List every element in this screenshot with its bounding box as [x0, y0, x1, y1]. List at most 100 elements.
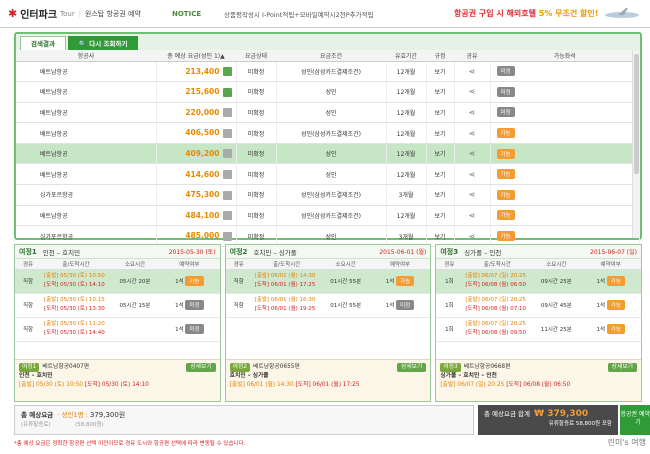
- booking-status-button[interactable]: 미정: [396, 300, 415, 310]
- share-icon[interactable]: ⋖: [469, 211, 476, 220]
- seat-status-button[interactable]: 가능: [496, 128, 515, 139]
- panel-route: 호치민 – 싱가폴: [253, 248, 297, 257]
- flight-option-row[interactable]: 직항 [출발] 05/30 (토) 10:50 [도착] 05/30 (토) 14…: [15, 269, 220, 294]
- share-icon[interactable]: ⋖: [469, 170, 476, 179]
- duration: 05시간 20분: [111, 269, 159, 294]
- tab-search-again[interactable]: 🔍 다시 조회하기: [67, 36, 139, 50]
- seat-status-button[interactable]: 미정: [496, 107, 515, 118]
- fare-row[interactable]: 베트남항공 414,600 미확정 성인 12개월 보기 ⋖ 가능: [16, 163, 640, 186]
- fare-price-cell: 213,400: [156, 61, 237, 83]
- fare-price: 220,000: [185, 107, 220, 117]
- seat-cell: 미정: [490, 61, 640, 83]
- flight-option-row[interactable]: 직항 [출발] 05/30 (토) 11:20 [도착] 05/30 (토) 14…: [15, 317, 220, 342]
- booking-status-button[interactable]: 미정: [185, 324, 204, 334]
- seat-status-button[interactable]: 가능: [496, 231, 515, 242]
- share-icon[interactable]: ⋖: [469, 149, 476, 158]
- share-icon[interactable]: ⋖: [469, 108, 476, 117]
- seat-status-button[interactable]: 가능: [496, 148, 515, 159]
- seat-count: 1석: [175, 327, 184, 333]
- col-price[interactable]: 총 예상 요금(성인 1)▲: [156, 50, 236, 62]
- detail-button[interactable]: 상세보기: [607, 363, 638, 372]
- fare-row[interactable]: 싱가포르항공 475,300 미확정 성인(삼성카드결제조건) 3개월 보기 ⋖ 가능: [16, 184, 640, 206]
- duration: 01시간 55분: [321, 269, 370, 294]
- seat-status-button[interactable]: 미정: [496, 86, 515, 97]
- logo-icon: ✱: [8, 7, 18, 20]
- col-duration: 소요시간: [111, 259, 159, 270]
- logo[interactable]: ✱ 인터파크 Tour | 원스탑 항공권 예약: [0, 6, 172, 21]
- grand-total-note: 유류할증료 58,800원 포함: [548, 421, 612, 427]
- book-button[interactable]: 항공권 예약하기: [620, 405, 650, 435]
- checkbox-icon[interactable]: [222, 87, 232, 97]
- flight-option-row[interactable]: 직항 [출발] 06/01 (월) 16:30 [도착] 06/01 (월) 19…: [225, 293, 431, 318]
- fare-rule-link[interactable]: 보기: [426, 184, 455, 206]
- fare-rule-link[interactable]: 보기: [426, 122, 455, 144]
- seat-status-button[interactable]: 미정: [496, 66, 515, 77]
- fare-rule-link[interactable]: 보기: [426, 205, 455, 227]
- share-icon[interactable]: ⋖: [469, 232, 476, 241]
- arrival-time: [도착] 06/08 (월) 07:10: [465, 306, 527, 312]
- departure-time: [출발] 05/30 (토) 11:20: [44, 321, 105, 327]
- tab-search-results[interactable]: 검색결과: [20, 36, 66, 50]
- booking-status-button[interactable]: 가능: [606, 324, 625, 334]
- checkbox-icon[interactable]: [222, 67, 232, 77]
- notice-text[interactable]: 상품평작성시 I-Point적립+모바일예약시2천P추가적립: [224, 9, 454, 19]
- ad-banner[interactable]: 항공권 구입 시 해외호텔 5% 무조건 할인!: [454, 8, 602, 19]
- fare-row[interactable]: 베트남항공 406,500 미확정 성인(삼성카드결제조건) 12개월 보기 ⋖ 가능: [16, 122, 640, 144]
- booking-status-button[interactable]: 가능: [185, 276, 204, 286]
- selected-departure: [출발] 06/01 (월) 14:30: [229, 382, 294, 388]
- booking-status-button[interactable]: 가능: [606, 300, 625, 310]
- booking-status-button[interactable]: 미정: [185, 300, 204, 310]
- seat-status-button[interactable]: 가능: [496, 189, 515, 200]
- checkbox-icon[interactable]: [222, 108, 232, 118]
- col-stops: 경유: [436, 259, 463, 270]
- panel-route: 싱가폴 – 인천: [464, 248, 502, 257]
- fare-price: 409,200: [185, 148, 220, 158]
- checkbox-icon[interactable]: [222, 231, 232, 241]
- fare-rule-link[interactable]: 보기: [426, 143, 455, 165]
- total-label: 총 예상요금: [21, 411, 54, 419]
- flight-option-row[interactable]: 1회 [출발] 06/07 (일) 20:25 [도착] 06/08 (월) 06…: [436, 269, 642, 294]
- checkbox-icon[interactable]: [222, 128, 232, 138]
- arrival-time: [도착] 06/01 (월) 17:25: [254, 282, 316, 288]
- selected-arrival: [도착] 06/01 (월) 17:25: [295, 382, 360, 388]
- seat-status-button[interactable]: 가능: [496, 169, 515, 180]
- checkbox-icon[interactable]: [222, 149, 232, 159]
- checkbox-icon[interactable]: [222, 170, 232, 180]
- seat-status-button[interactable]: 가능: [496, 210, 515, 221]
- flight-times: [출발] 05/30 (토) 10:50 [도착] 05/30 (토) 14:10: [41, 269, 111, 294]
- fare-row[interactable]: 베트남항공 409,200 미확정 성인 12개월 보기 ⋖ 가능: [16, 143, 640, 165]
- fare-rule-link[interactable]: 보기: [426, 102, 455, 124]
- share-icon[interactable]: ⋖: [469, 129, 476, 138]
- flight-option-row[interactable]: 직항 [출발] 05/30 (토) 10:15 [도착] 05/30 (토) 13…: [15, 293, 220, 318]
- checkbox-icon[interactable]: [222, 211, 232, 221]
- fare-row[interactable]: 베트남항공 484,100 미확정 성인(삼성카드결제조건) 12개월 보기 ⋖ 가능: [16, 205, 640, 227]
- brand-tour: Tour: [60, 9, 75, 18]
- fare-rule-link[interactable]: 보기: [426, 163, 455, 186]
- flight-option-row[interactable]: 1회 [출발] 06/07 (일) 20:25 [도착] 06/08 (월) 07…: [436, 293, 642, 318]
- itinerary-panel: 여정2 호치민 – 싱가폴 2015-06-01 (월) 경유 출/도착시간 소…: [224, 244, 432, 402]
- itinerary-badge: 여정3: [440, 363, 461, 372]
- fare-rule-link[interactable]: 보기: [426, 81, 455, 103]
- flight-option-row[interactable]: 1회 [출발] 06/07 (일) 20:25 [도착] 06/08 (월) 09…: [436, 317, 642, 342]
- fare-row[interactable]: 베트남항공 215,600 미확정 성인 12개월 보기 ⋖ 미정: [16, 81, 640, 103]
- booking-status-button[interactable]: 가능: [396, 276, 415, 286]
- share-icon[interactable]: ⋖: [469, 190, 476, 199]
- share-icon[interactable]: ⋖: [469, 87, 476, 96]
- detail-button[interactable]: 상세보기: [186, 363, 216, 372]
- fare-row[interactable]: 베트남항공 213,400 미확정 성인(삼성카드결제조건) 12개월 보기 ⋖ 미정: [16, 61, 640, 83]
- fare-rule-link[interactable]: 보기: [426, 61, 455, 83]
- checkbox-icon[interactable]: [222, 190, 232, 200]
- airline-name: 베트남항공: [16, 102, 157, 124]
- flight-times: [출발] 06/07 (일) 20:25 [도착] 06/08 (월) 06:50: [462, 269, 533, 294]
- booking-status-button[interactable]: 가능: [606, 276, 625, 286]
- selected-flight-summary: 여정2 베트남항공0655편 호치민 – 싱가폴 [출발] 06/01 (월) 1…: [225, 359, 431, 401]
- booking-cell: 1석 가능: [580, 317, 642, 342]
- share-icon[interactable]: ⋖: [469, 67, 476, 76]
- fare-row[interactable]: 베트남항공 220,000 미확정 성인 12개월 보기 ⋖ 미정: [16, 102, 640, 124]
- share-cell: ⋖: [454, 102, 491, 124]
- flight-times: [출발] 06/07 (일) 20:25 [도착] 06/08 (월) 07:10: [462, 293, 533, 318]
- flight-option-row[interactable]: 직항 [출발] 06/01 (월) 14:30 [도착] 06/01 (월) 17…: [225, 269, 431, 294]
- fare-price-cell: 414,600: [156, 163, 237, 186]
- detail-button[interactable]: 상세보기: [397, 363, 427, 372]
- scrollbar[interactable]: [632, 50, 640, 238]
